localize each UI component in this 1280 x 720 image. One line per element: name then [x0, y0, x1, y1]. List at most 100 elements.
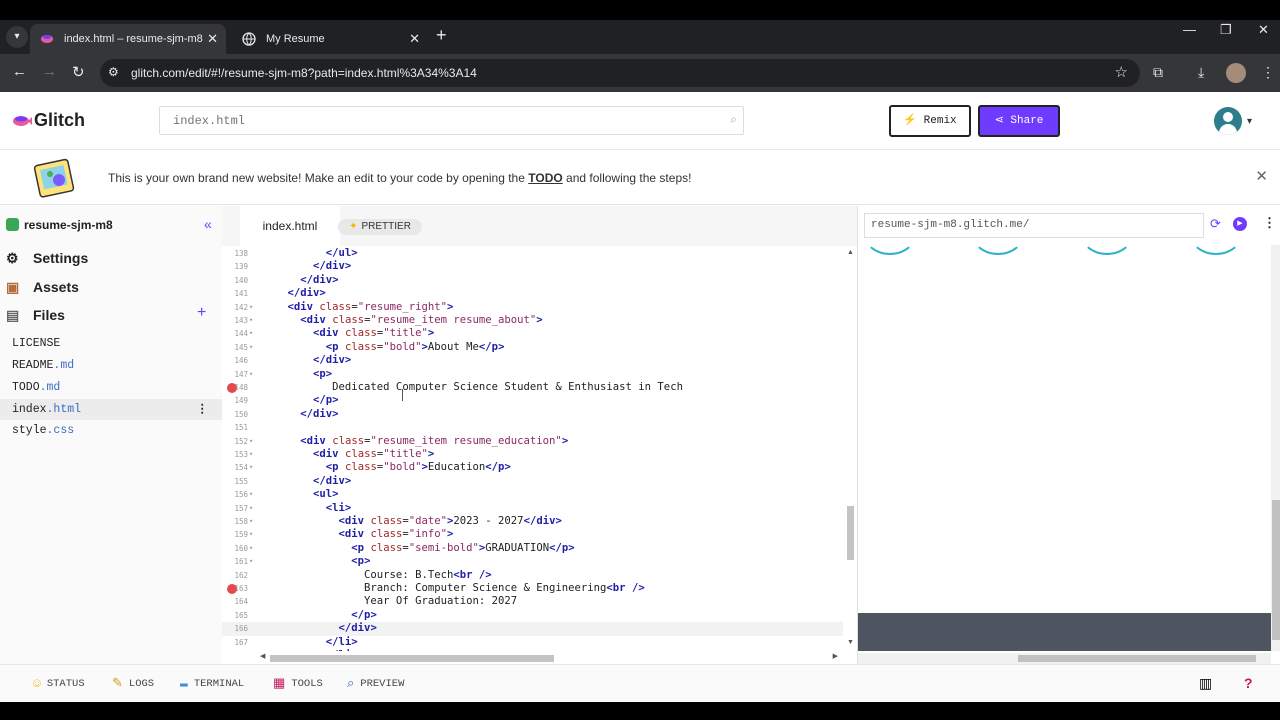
- project-name[interactable]: resume-sjm-m8: [6, 218, 113, 232]
- code-line[interactable]: 157 ▾ <li>: [222, 502, 843, 515]
- code-line[interactable]: 160 ▾ <p class="semi-bold">GRADUATION</p>: [222, 542, 843, 555]
- code-text[interactable]: </li>: [262, 636, 358, 649]
- code-text[interactable]: <li>: [262, 502, 352, 515]
- browser-tab-inactive[interactable]: My Resume ✕: [232, 24, 428, 54]
- code-text[interactable]: </div>: [262, 622, 377, 635]
- scroll-up-icon[interactable]: ▲: [847, 249, 854, 256]
- file-item[interactable]: README.md: [0, 355, 222, 376]
- fold-chevron-icon[interactable]: ▾: [249, 301, 253, 314]
- code-text[interactable]: <div class="resume_right">: [262, 301, 454, 314]
- code-line[interactable]: 161 ▾ <p>: [222, 555, 843, 568]
- add-file-icon[interactable]: +: [197, 304, 206, 322]
- code-line[interactable]: 150 </div>: [222, 408, 843, 421]
- preview-button[interactable]: ⌕ PREVIEW: [347, 676, 404, 691]
- preview-url[interactable]: resume-sjm-m8.glitch.me/: [864, 213, 1204, 238]
- fold-chevron-icon[interactable]: ▾: [249, 461, 253, 474]
- code-text[interactable]: <div class="info">: [262, 528, 454, 541]
- minimize-icon[interactable]: —: [1183, 22, 1196, 37]
- code-line[interactable]: 149 </p>: [222, 394, 843, 407]
- code-text[interactable]: <div class="resume_item resume_education…: [262, 435, 568, 448]
- close-window-icon[interactable]: ✕: [1258, 22, 1269, 38]
- fold-chevron-icon[interactable]: ▾: [249, 448, 253, 461]
- code-text[interactable]: </div>: [262, 408, 338, 421]
- code-text[interactable]: <p>: [262, 368, 332, 381]
- prettier-button[interactable]: ✦ PRETTIER: [338, 219, 422, 235]
- code-line[interactable]: 159 ▾ <div class="info">: [222, 528, 843, 541]
- code-text[interactable]: Year Of Graduation: 2027: [262, 595, 517, 608]
- status-button[interactable]: ☺ STATUS: [33, 676, 85, 691]
- code-line[interactable]: 162 Course: B.Tech<br />: [222, 569, 843, 582]
- keyboard-icon[interactable]: ▥: [1199, 675, 1212, 692]
- reload-icon[interactable]: ↻: [72, 63, 85, 81]
- tab-search-chevron-icon[interactable]: ▾: [6, 26, 28, 48]
- code-text[interactable]: <div class="resume_item resume_about">: [262, 314, 542, 327]
- fold-chevron-icon[interactable]: ▾: [249, 528, 253, 541]
- code-text[interactable]: </p>: [262, 394, 339, 407]
- code-line[interactable]: 163 Branch: Computer Science & Engineeri…: [222, 582, 843, 595]
- code-line[interactable]: 143 ▾ <div class="resume_item resume_abou…: [222, 314, 843, 327]
- code-line[interactable]: 166 </div>: [222, 622, 843, 636]
- code-line[interactable]: 148 Dedicated Computer Science Student &…: [222, 381, 843, 394]
- scroll-thumb[interactable]: [1018, 655, 1256, 662]
- fold-chevron-icon[interactable]: ▾: [249, 542, 253, 555]
- editor-horizontal-scrollbar[interactable]: ◀ ▶: [260, 652, 840, 664]
- address-bar[interactable]: ⚙ glitch.com/edit/#!/resume-sjm-m8?path=…: [100, 59, 1140, 87]
- code-line[interactable]: 144 ▾ <div class="title">: [222, 327, 843, 340]
- file-item[interactable]: style.css: [0, 420, 222, 441]
- sidebar-item-settings[interactable]: ⚙ Settings: [6, 250, 88, 267]
- code-line[interactable]: 152 ▾ <div class="resume_item resume_educ…: [222, 435, 843, 448]
- code-text[interactable]: </div>: [262, 274, 338, 287]
- file-options-icon[interactable]: ⋮: [197, 399, 209, 420]
- code-text[interactable]: </div>: [262, 260, 351, 273]
- editor-vertical-scrollbar[interactable]: ▲ ▼: [844, 247, 857, 651]
- preview-frame[interactable]: [858, 245, 1271, 651]
- code-line[interactable]: 158 ▾ <div class="date">2023 - 2027</div>: [222, 515, 843, 528]
- preview-vertical-scrollbar[interactable]: [1271, 245, 1280, 651]
- code-line[interactable]: 164 Year Of Graduation: 2027: [222, 595, 843, 608]
- code-text[interactable]: </ul>: [262, 247, 358, 260]
- restore-icon[interactable]: ❐: [1220, 22, 1232, 38]
- share-button[interactable]: ⋖ Share: [978, 105, 1060, 137]
- code-text[interactable]: </li>: [262, 649, 358, 651]
- editor-tab-index[interactable]: index.html: [240, 206, 340, 246]
- download-icon[interactable]: ⤓: [1198, 64, 1204, 81]
- close-tab-icon[interactable]: ✕: [207, 24, 218, 54]
- close-notice-icon[interactable]: ✕: [1255, 167, 1268, 185]
- scroll-left-icon[interactable]: ◀: [260, 652, 265, 660]
- scroll-right-icon[interactable]: ▶: [833, 652, 838, 660]
- scroll-thumb[interactable]: [1272, 500, 1280, 640]
- code-line[interactable]: 153 ▾ <div class="title">: [222, 448, 843, 461]
- code-text[interactable]: <div class="title">: [262, 327, 434, 340]
- file-item-selected[interactable]: index.html ⋮: [0, 399, 222, 420]
- terminal-button[interactable]: ▬ TERMINAL: [180, 676, 244, 691]
- code-text[interactable]: <ul>: [262, 488, 339, 501]
- fold-chevron-icon[interactable]: ▾: [249, 368, 253, 381]
- code-text[interactable]: </div>: [262, 475, 351, 488]
- code-line[interactable]: 147 ▾ <p>: [222, 368, 843, 381]
- code-line[interactable]: 168▾ </li>: [222, 649, 843, 651]
- browser-tab-active[interactable]: index.html – resume-sjm-m8 ✕: [30, 24, 226, 54]
- code-text[interactable]: </div>: [262, 287, 326, 300]
- fold-chevron-icon[interactable]: ▾: [249, 327, 253, 340]
- code-text[interactable]: </div>: [262, 354, 351, 367]
- scroll-thumb[interactable]: [270, 655, 554, 662]
- refresh-preview-icon[interactable]: ⟳: [1210, 216, 1221, 232]
- close-tab-icon[interactable]: ✕: [409, 24, 420, 54]
- code-line[interactable]: 141 </div>: [222, 287, 843, 300]
- code-text[interactable]: Course: B.Tech<br />: [262, 569, 492, 582]
- back-arrow-icon[interactable]: ←: [12, 63, 27, 80]
- fold-chevron-icon[interactable]: ▾: [249, 488, 253, 501]
- code-line[interactable]: 140 </div>: [222, 274, 843, 287]
- address-url[interactable]: glitch.com/edit/#!/resume-sjm-m8?path=in…: [131, 66, 477, 80]
- scroll-thumb[interactable]: [847, 506, 854, 560]
- code-area[interactable]: 138 </ul> 139 </div> 140 </div> 141 </div> 1…: [222, 247, 843, 651]
- code-text[interactable]: </p>: [262, 609, 377, 622]
- file-item[interactable]: LICENSE: [0, 333, 222, 354]
- bookmark-star-icon[interactable]: ☆: [1115, 63, 1128, 81]
- preview-options-icon[interactable]: ⋮: [1263, 215, 1276, 231]
- code-line[interactable]: 146 </div>: [222, 354, 843, 367]
- code-text[interactable]: Dedicated Computer Science Student & Ent…: [262, 381, 683, 394]
- site-info-icon[interactable]: ⚙: [108, 65, 119, 79]
- fold-chevron-icon[interactable]: ▾: [249, 555, 253, 568]
- code-line[interactable]: 139 </div>: [222, 260, 843, 273]
